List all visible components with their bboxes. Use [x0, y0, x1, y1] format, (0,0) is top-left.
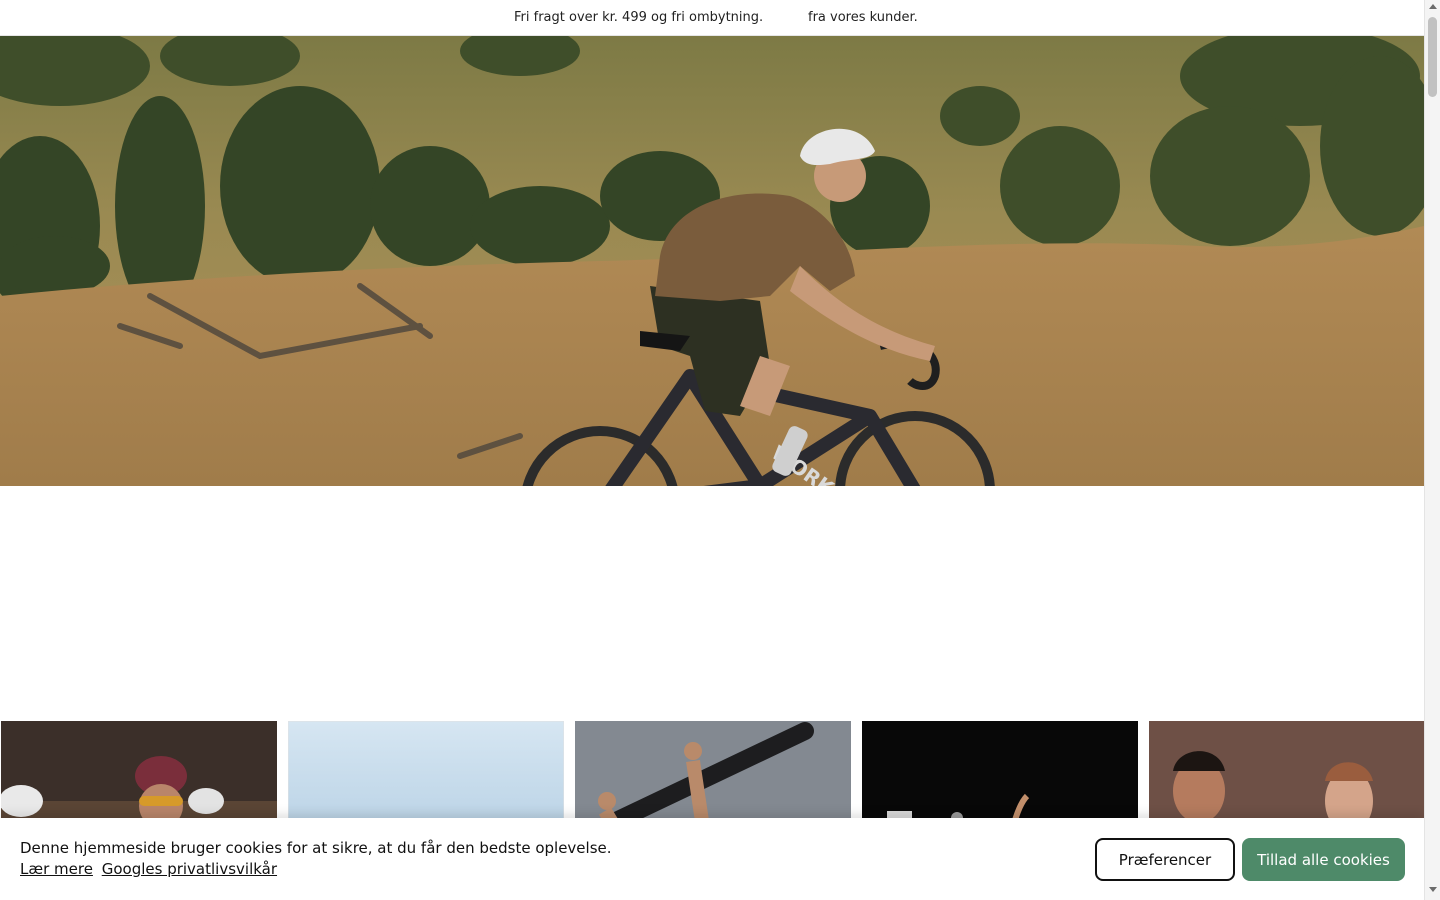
- page-scrollbar[interactable]: [1424, 0, 1440, 900]
- preferences-button[interactable]: Præferencer: [1095, 838, 1235, 881]
- announcement-shipping-text: Fri fragt over kr. 499 og fri ombytning.: [514, 10, 764, 25]
- scrollbar-thumb[interactable]: [1428, 17, 1437, 97]
- page: Fri fragt over kr. 499 og fri ombytning.…: [0, 0, 1440, 900]
- announcement-bar: Fri fragt over kr. 499 og fri ombytning.…: [0, 0, 1424, 36]
- cookie-message: Denne hjemmeside bruger cookies for at s…: [20, 839, 612, 857]
- cookie-banner: Denne hjemmeside bruger cookies for at s…: [0, 818, 1424, 900]
- google-privacy-link[interactable]: Googles privatlivsvilkår: [102, 860, 277, 878]
- allow-all-cookies-button[interactable]: Tillad alle cookies: [1242, 838, 1405, 881]
- hero-cyclist-illustration: WORKS: [0, 36, 1424, 486]
- cookie-links: Lær mere Googles privatlivsvilkår: [20, 860, 281, 878]
- scroll-up-arrow-icon[interactable]: [1429, 4, 1437, 9]
- announcement-reviews-text: fra vores kunder.: [808, 10, 918, 25]
- learn-more-link[interactable]: Lær mere: [20, 860, 93, 878]
- hero-image[interactable]: WORKS: [0, 36, 1424, 486]
- scroll-down-arrow-icon[interactable]: [1429, 887, 1437, 892]
